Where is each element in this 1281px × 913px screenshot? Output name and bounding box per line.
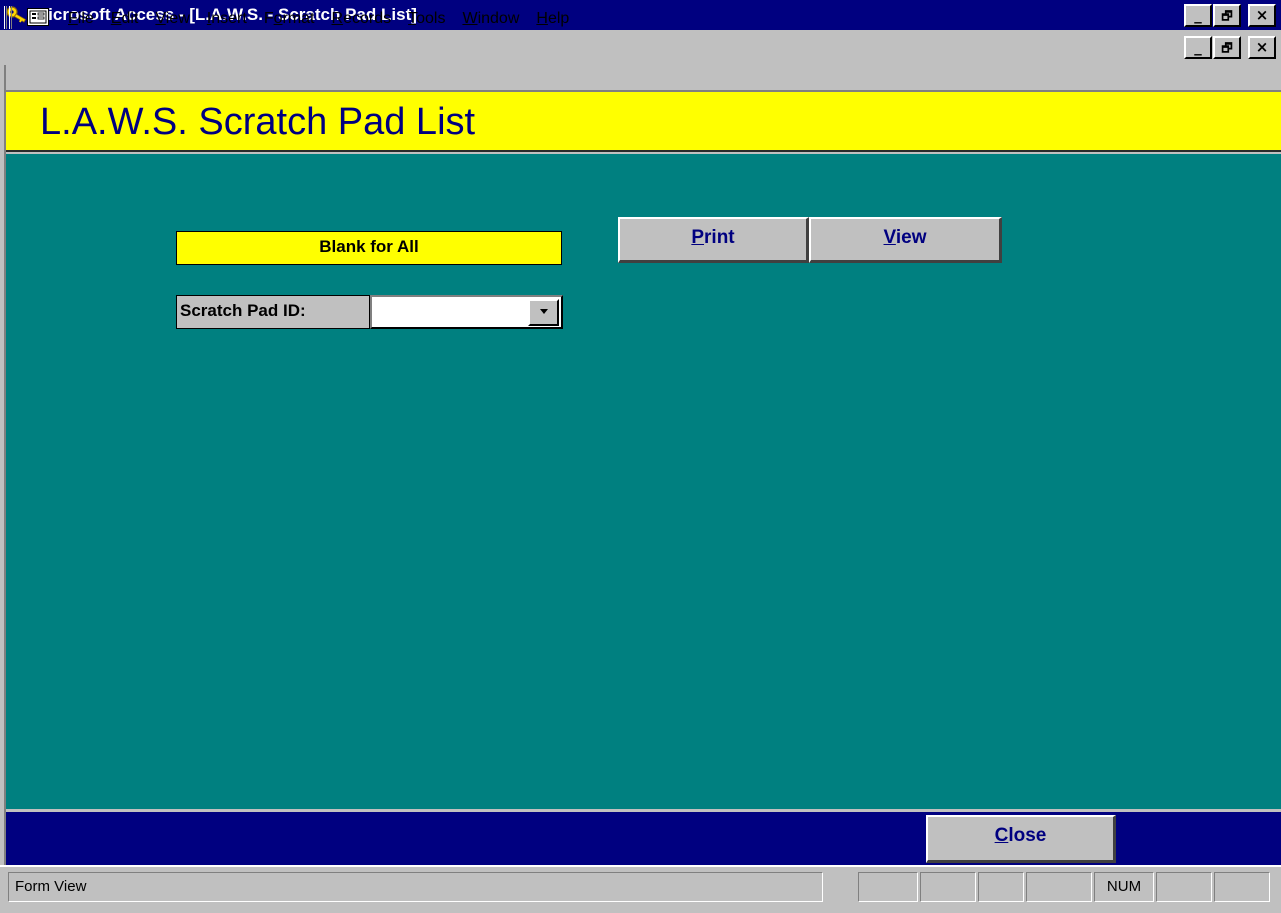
menu-window[interactable]: Window [454,8,528,30]
view-button[interactable]: View [809,217,1002,263]
menu-insert[interactable]: Insert [199,8,256,30]
status-indicator [1026,872,1092,902]
doc-close-button[interactable]: × [1248,36,1276,59]
status-text: Form View [8,872,823,902]
menu-file[interactable]: File [60,8,103,30]
blank-for-all-label: Blank for All [176,231,562,265]
scratch-pad-id-label: Scratch Pad ID: [176,295,370,329]
menu-format[interactable]: Format [256,8,324,30]
chevron-down-icon [540,309,548,314]
status-indicator [1156,872,1212,902]
scratch-pad-id-value [372,302,376,319]
menu-items: File Edit View Insert Format Records Tools Wind… [60,8,578,30]
menu-help[interactable]: Help [528,8,578,30]
app-close-button[interactable]: × [1248,4,1276,27]
status-indicator [920,872,976,902]
menu-edit[interactable]: Edit [103,8,148,30]
menu-records[interactable]: Records [324,8,401,30]
num-lock-indicator: NUM [1094,872,1154,902]
close-button[interactable]: Close [926,815,1116,863]
app-minimize-button[interactable]: _ [1184,4,1212,27]
menu-tools[interactable]: Tools [400,8,454,30]
menu-view[interactable]: View [147,8,198,30]
client-top [6,65,1281,90]
page-title: L.A.W.S. Scratch Pad List [40,101,476,143]
status-indicator [978,872,1024,902]
status-indicator [858,872,918,902]
doc-minimize-button[interactable]: _ [1184,36,1212,59]
doc-restore-button[interactable]: 🗗 [1213,36,1241,59]
menu-bar [0,30,1281,65]
print-button[interactable]: Print [618,217,809,263]
menu-grip[interactable] [9,6,12,29]
app-restore-button[interactable]: 🗗 [1213,4,1241,27]
status-indicator [1214,872,1270,902]
form-view-icon[interactable] [27,8,49,26]
menu-grip[interactable] [4,6,7,29]
